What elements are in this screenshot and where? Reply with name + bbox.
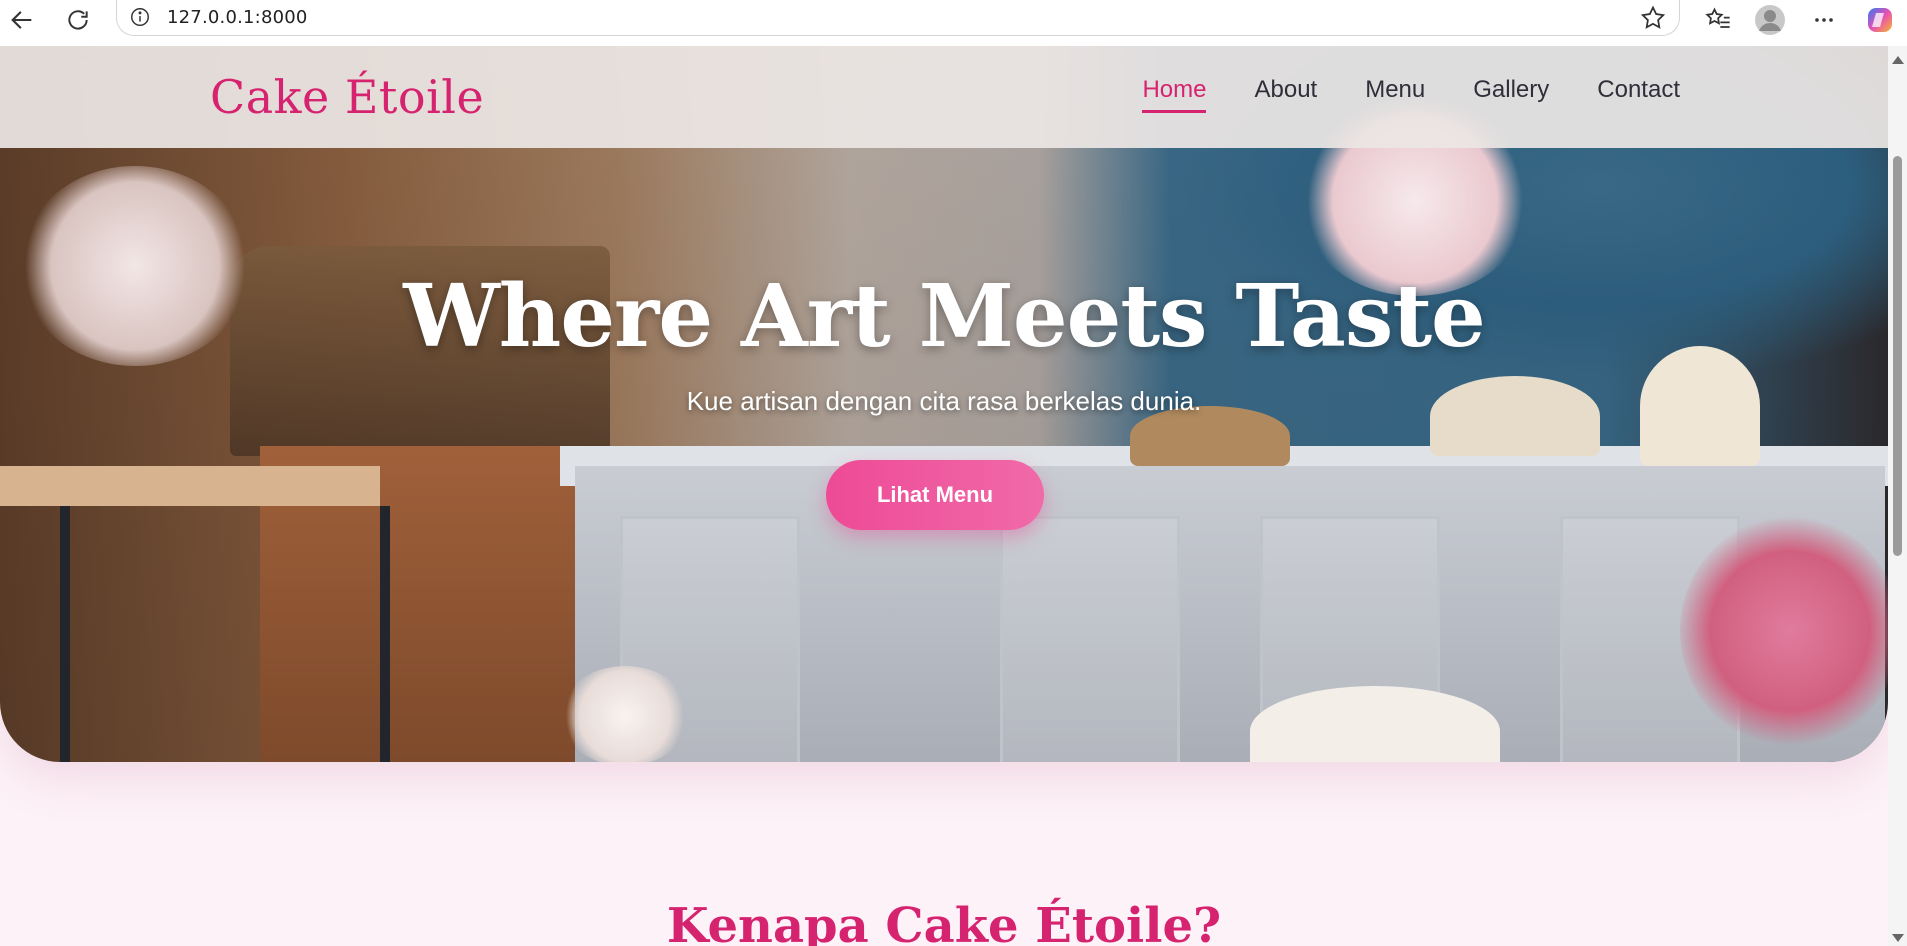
more-icon[interactable] (1808, 4, 1840, 36)
nav-menu[interactable]: Menu (1365, 76, 1425, 113)
white-flowers-image (560, 666, 690, 762)
scroll-down-icon[interactable] (1892, 934, 1904, 942)
why-section-title: Kenapa Cake Étoile? (666, 898, 1222, 946)
back-arrow-icon[interactable] (6, 4, 38, 36)
view-menu-button[interactable]: Lihat Menu (826, 460, 1044, 530)
site-navbar: Cake Étoile Home About Menu Gallery Cont… (0, 46, 1888, 148)
site-info-icon[interactable] (129, 6, 151, 28)
hero-title: Where Art Meets Taste (403, 266, 1486, 367)
main-nav: Home About Menu Gallery Contact (1142, 76, 1680, 113)
address-bar[interactable]: 127.0.0.1:8000 (116, 0, 1680, 36)
page-scrollbar[interactable] (1888, 46, 1907, 946)
nav-gallery[interactable]: Gallery (1473, 76, 1549, 113)
table-leg (60, 506, 70, 762)
pink-flowers-image (1680, 516, 1888, 746)
scrollbar-thumb[interactable] (1893, 156, 1902, 556)
profile-avatar-icon[interactable] (1754, 4, 1786, 36)
table-image (0, 466, 380, 506)
page-viewport: Where Art Meets Taste Kue artisan dengan… (0, 46, 1888, 946)
counter-panel (1000, 516, 1180, 762)
reload-icon[interactable] (62, 4, 94, 36)
nav-about[interactable]: About (1254, 76, 1317, 113)
nav-contact[interactable]: Contact (1597, 76, 1680, 113)
favorites-icon[interactable] (1702, 4, 1734, 36)
scroll-up-icon[interactable] (1892, 56, 1904, 64)
site-logo[interactable]: Cake Étoile (210, 70, 484, 124)
table-leg (380, 506, 390, 762)
nav-home[interactable]: Home (1142, 76, 1207, 113)
url-text[interactable]: 127.0.0.1:8000 (167, 7, 308, 28)
copilot-icon[interactable] (1864, 4, 1896, 36)
hero-section: Where Art Meets Taste Kue artisan dengan… (0, 46, 1888, 762)
browser-toolbar: 127.0.0.1:8000 (0, 0, 1907, 46)
bookmark-star-icon[interactable] (1639, 4, 1667, 32)
hero-subtitle: Kue artisan dengan cita rasa berkelas du… (686, 386, 1202, 416)
